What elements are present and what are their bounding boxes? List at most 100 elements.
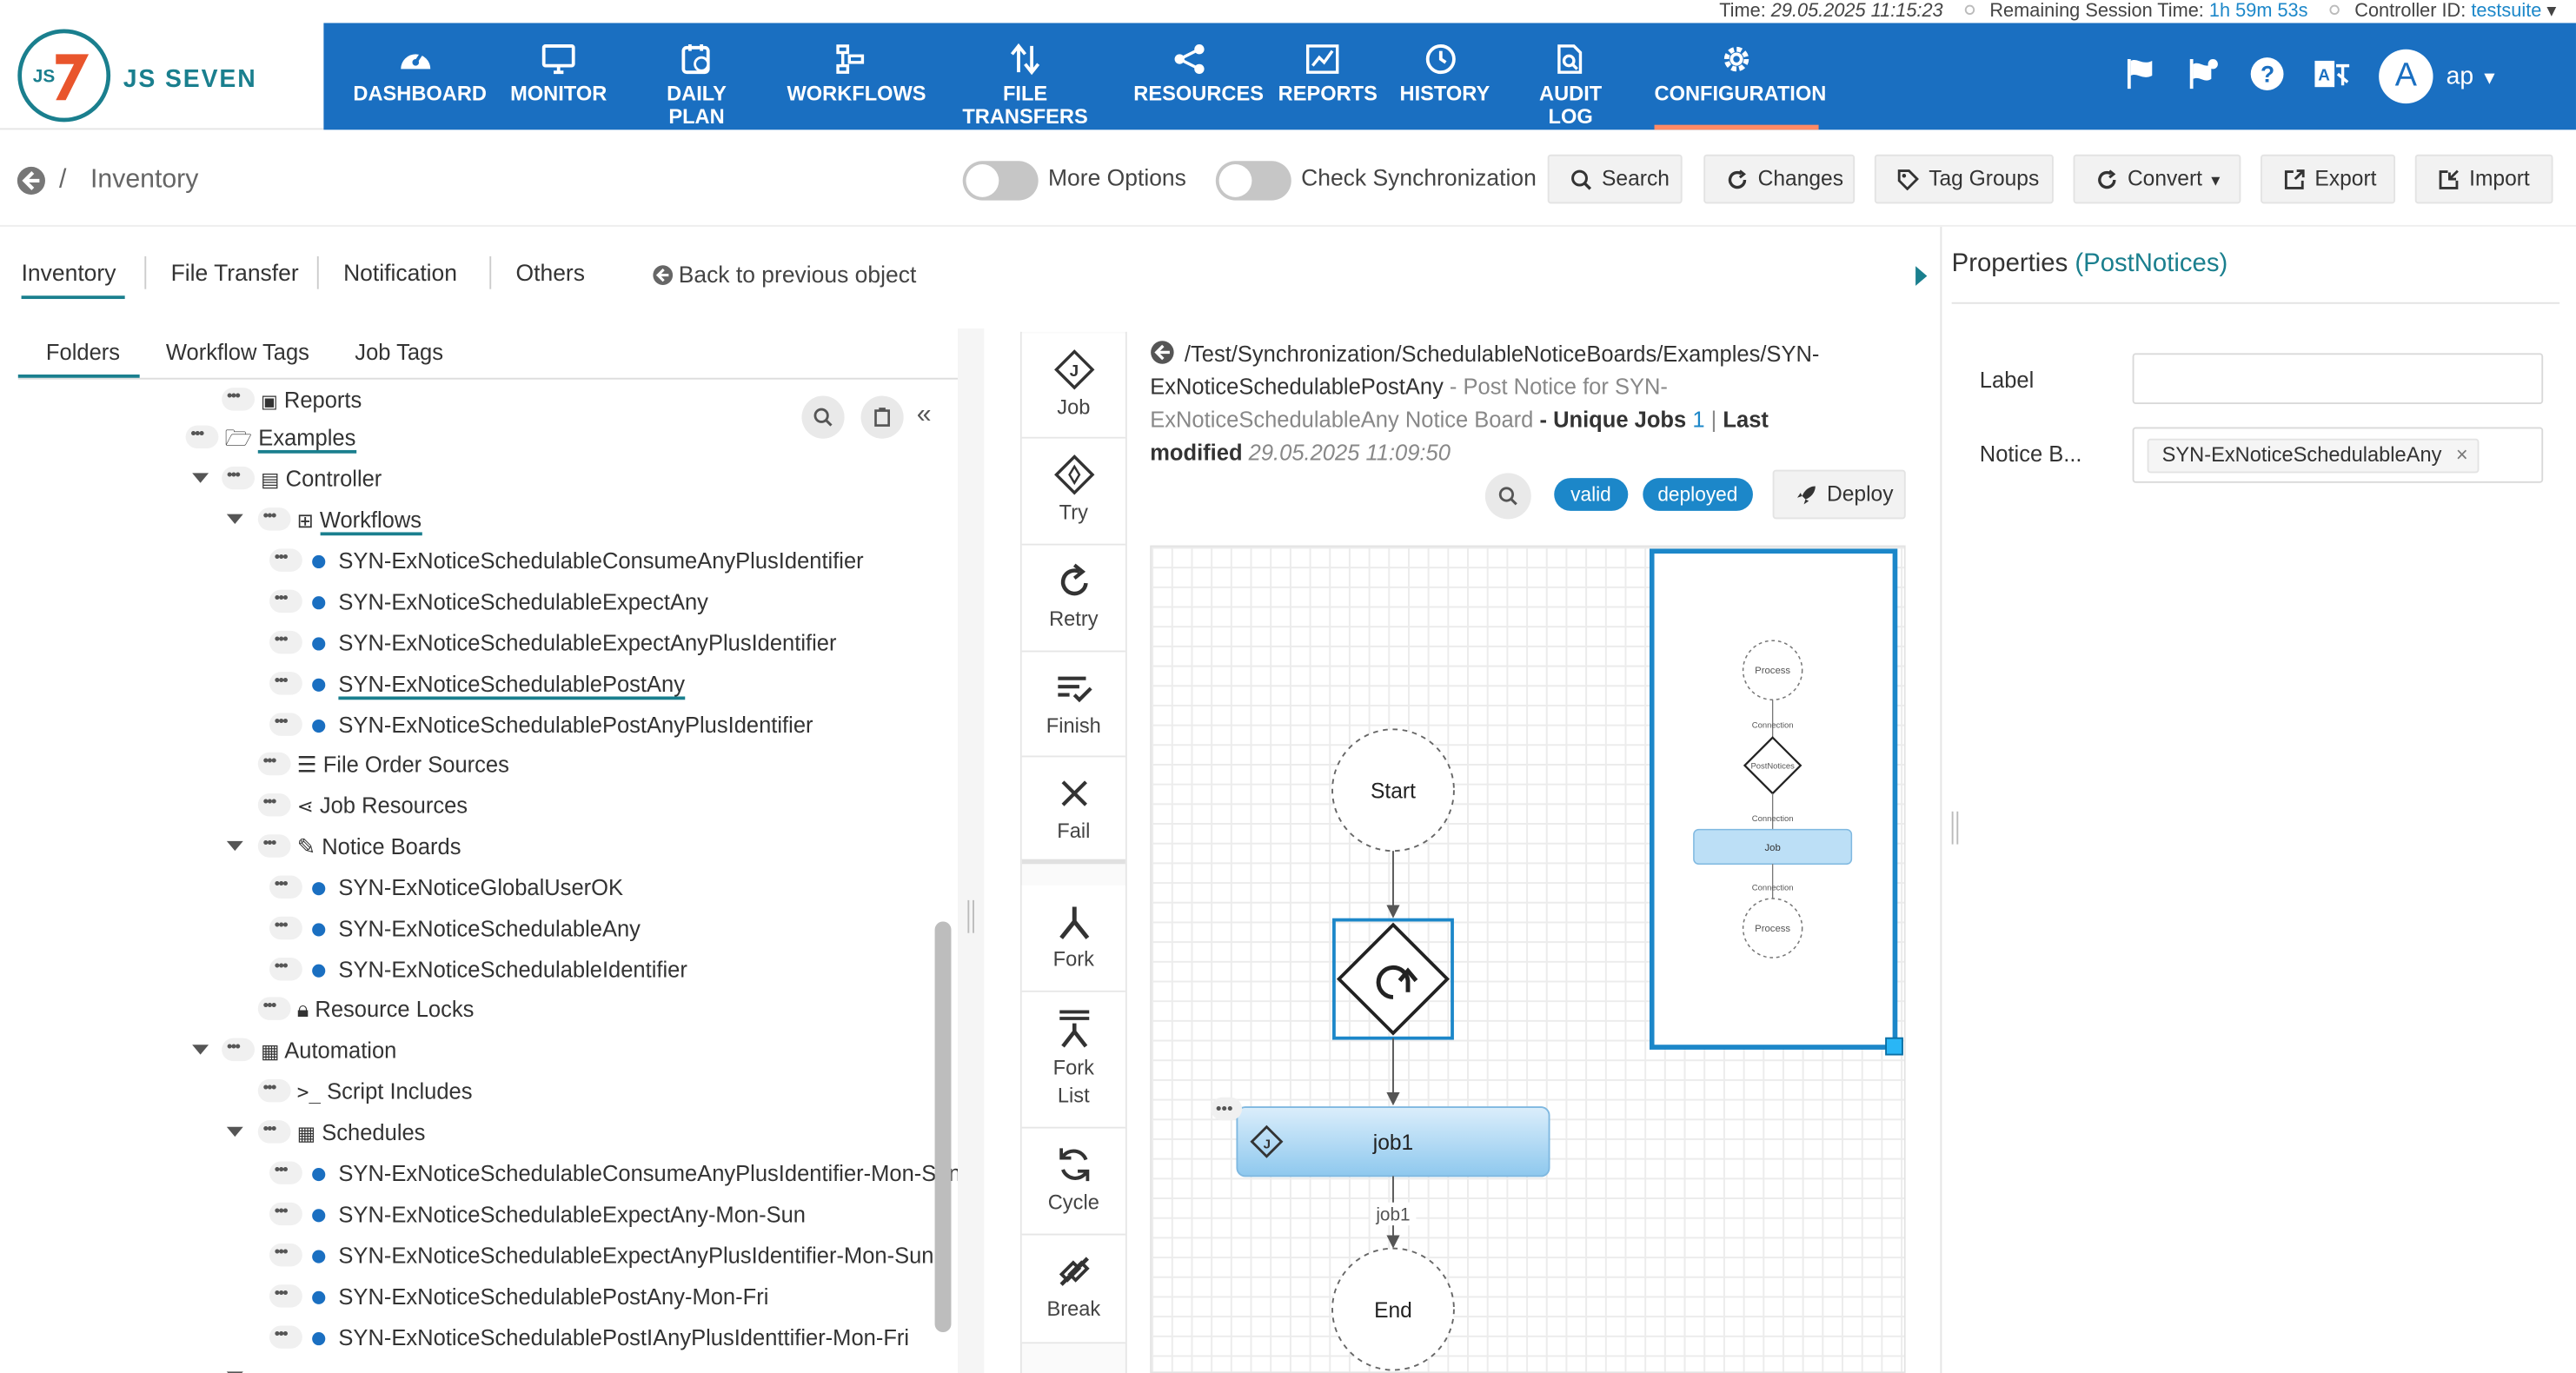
nav-audit-log[interactable]: AUDIT LOG [1518, 23, 1623, 129]
close-icon[interactable]: × [2456, 441, 2468, 472]
more-icon[interactable] [257, 786, 291, 821]
tree-notice-boards[interactable]: ✎ Notice Boards [257, 826, 461, 866]
tree-workflows[interactable]: ⊞ Workflows [257, 500, 422, 539]
tab-workflow-tags[interactable]: Workflow Tags [166, 340, 309, 364]
tree-workflow-item[interactable]: SYN-ExNoticeSchedulableExpectAny [269, 581, 708, 621]
label-input[interactable] [2132, 353, 2544, 405]
minimap-resize-handle[interactable] [1885, 1037, 1903, 1056]
tree-notice-board-item[interactable]: SYN-ExNoticeSchedulableIdentifier [269, 950, 687, 989]
tree-job-resources[interactable]: ⋖ Job Resources [257, 786, 468, 825]
more-icon[interactable] [222, 382, 255, 415]
avatar[interactable]: A [2379, 49, 2433, 104]
expand-caret-icon[interactable] [226, 1126, 243, 1138]
import-button[interactable]: Import [2414, 154, 2553, 204]
logo[interactable]: JS JS SEVEN [0, 23, 324, 130]
tree-schedule-item[interactable]: SYN-ExNoticeSchedulableExpectAnyPlusIden… [269, 1236, 934, 1275]
splitter[interactable] [958, 328, 985, 1373]
chevron-down-icon[interactable]: ▾ [2546, 2, 2556, 22]
expand-caret-icon[interactable] [192, 473, 209, 483]
tree-schedule-item[interactable]: SYN-ExNoticeSchedulableExpectAny-Mon-Sun [269, 1194, 806, 1234]
tree-folder-examples[interactable]: 🗁 Examples [185, 417, 356, 457]
tab-job-tags[interactable]: Job Tags [355, 340, 443, 364]
tab-file-transfer[interactable]: File Transfer [171, 260, 299, 286]
minimap[interactable]: Process Connection PostNotices Connectio… [1649, 548, 1906, 1061]
tree-workflow-item-selected[interactable]: SYN-ExNoticeSchedulablePostAny [269, 664, 685, 703]
tree-notice-board-item[interactable]: SYN-ExNoticeSchedulableAny [269, 908, 641, 948]
palette-try[interactable]: Try [1021, 438, 1125, 546]
expand-caret-icon[interactable] [226, 514, 243, 525]
tree-clear-button[interactable] [860, 395, 904, 439]
user-menu[interactable]: ap ▼ [2447, 63, 2499, 90]
palette-fork-list[interactable]: Fork List [1021, 992, 1125, 1129]
more-icon[interactable] [269, 1317, 302, 1354]
nav-reports[interactable]: REPORTS [1278, 23, 1378, 129]
nav-dashboard[interactable]: DASHBOARD [353, 23, 487, 129]
tag-groups-button[interactable]: Tag Groups [1874, 154, 2054, 204]
back-to-previous-link[interactable]: Back to previous object [652, 262, 916, 288]
more-options-toggle[interactable] [962, 161, 1039, 201]
tree-workflow-item[interactable]: SYN-ExNoticeSchedulableConsumeAnyPlusIde… [269, 541, 864, 580]
tab-inventory[interactable]: Inventory [21, 260, 125, 300]
tree-workflow-item[interactable]: SYN-ExNoticeSchedulableExpectAnyPlusIden… [269, 622, 836, 662]
more-icon[interactable] [269, 1194, 302, 1230]
tree-scrollbar[interactable] [934, 921, 952, 1333]
palette-job[interactable]: J Job [1021, 333, 1125, 439]
nav-daily-plan[interactable]: DAILY PLAN [639, 23, 754, 129]
tree-resource-locks[interactable]: 🔒︎ Resource Locks [257, 989, 474, 1029]
nav-workflows[interactable]: WORKFLOWS [787, 23, 926, 129]
tree-script-includes[interactable]: >_ Script Includes [257, 1071, 473, 1111]
nav-resources[interactable]: RESOURCES [1133, 23, 1264, 129]
tab-notification[interactable]: Notification [343, 260, 457, 286]
nav-file-transfers[interactable]: FILE TRANSFERS [948, 23, 1103, 129]
graph-search-button[interactable] [1484, 473, 1531, 520]
tree-schedules[interactable]: ▦ Schedules [257, 1112, 425, 1152]
more-icon[interactable] [269, 581, 302, 618]
more-icon[interactable] [269, 1153, 302, 1190]
more-icon[interactable] [222, 1030, 255, 1066]
flag-icon[interactable] [2122, 56, 2159, 92]
controller-value[interactable]: testsuite [2471, 2, 2541, 22]
more-icon[interactable] [269, 622, 302, 659]
tree-workflow-item[interactable]: SYN-ExNoticeSchedulablePostAnyPlusIdenti… [269, 705, 813, 745]
palette-fork[interactable]: Fork [1021, 885, 1125, 992]
check-sync-toggle[interactable] [1215, 161, 1291, 201]
flag-gear-icon[interactable] [2185, 56, 2221, 92]
help-icon[interactable]: ? [2249, 56, 2286, 92]
nav-history[interactable]: HISTORY [1400, 23, 1490, 129]
expand-caret-icon[interactable] [192, 1045, 209, 1055]
post-notices-node[interactable] [1336, 922, 1451, 1036]
more-icon[interactable] [269, 664, 302, 700]
tree-notice-board-item[interactable]: SYN-ExNoticeGlobalUserOK [269, 867, 623, 907]
more-icon[interactable] [269, 867, 302, 904]
more-icon[interactable] [269, 541, 302, 576]
nav-configuration[interactable]: CONFIGURATION [1654, 23, 1826, 130]
more-icon[interactable] [257, 500, 291, 535]
palette-finish[interactable]: Finish [1021, 652, 1125, 758]
back-arrow-icon[interactable] [1150, 340, 1174, 364]
search-button[interactable]: Search [1547, 154, 1683, 204]
tree-folder-reports[interactable]: ▣ Reports [222, 382, 362, 419]
deploy-button[interactable]: Deploy [1772, 469, 1906, 520]
palette-fail[interactable]: Fail [1021, 757, 1125, 865]
tree-file-order-sources[interactable]: ☰ File Order Sources [257, 744, 509, 784]
palette-retry[interactable]: Retry [1021, 545, 1125, 653]
palette-cycle[interactable]: Cycle [1021, 1128, 1125, 1236]
changes-button[interactable]: Changes [1703, 154, 1856, 204]
tab-others[interactable]: Others [516, 260, 585, 286]
palette-break[interactable]: Break [1021, 1235, 1125, 1344]
tree-schedule-item[interactable]: SYN-ExNoticeSchedulablePostIAnyPlusIdent… [269, 1317, 909, 1357]
more-icon[interactable] [257, 1112, 291, 1148]
expand-caret-icon[interactable] [226, 840, 243, 852]
more-icon[interactable] [269, 908, 302, 945]
more-icon[interactable] [185, 417, 219, 454]
more-icon[interactable] [269, 705, 302, 741]
tree-search-button[interactable] [801, 395, 845, 439]
more-icon[interactable] [257, 989, 291, 1025]
nav-monitor[interactable]: MONITOR [509, 23, 607, 129]
more-icon[interactable] [269, 1236, 302, 1271]
panel-toggle-icon[interactable] [1915, 266, 1928, 286]
more-icon[interactable] [269, 1277, 302, 1312]
tree-schedule-item[interactable]: SYN-ExNoticeSchedulablePostAny-Mon-Fri [269, 1277, 768, 1317]
tab-folders[interactable]: Folders [17, 340, 140, 378]
more-icon[interactable] [257, 1071, 291, 1107]
